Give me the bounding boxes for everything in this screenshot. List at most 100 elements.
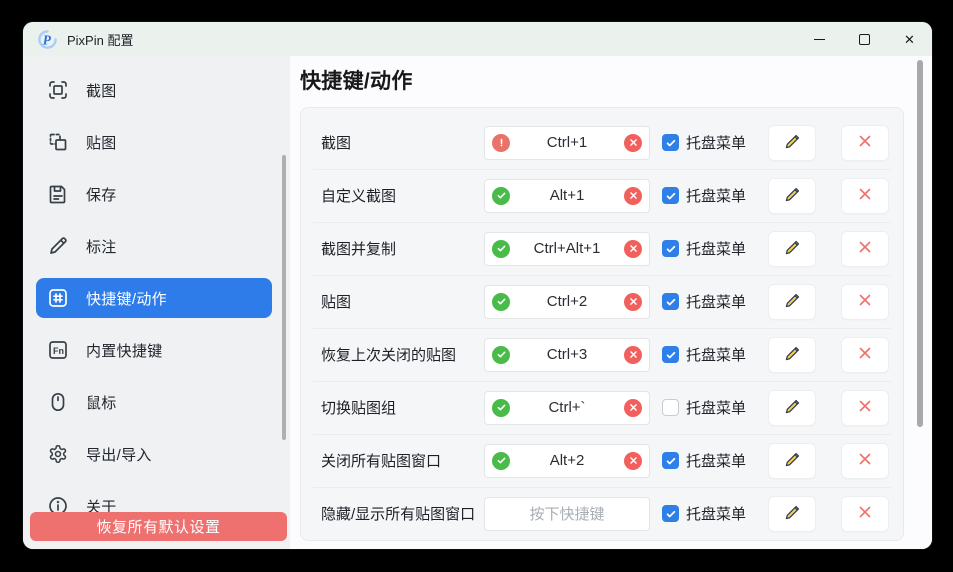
sidebar-item-pin-image[interactable]: 贴图 <box>36 122 272 162</box>
tray-menu-checkbox[interactable] <box>662 399 679 416</box>
delete-shortcut-button[interactable] <box>841 125 889 161</box>
maximize-button[interactable] <box>842 22 887 56</box>
sidebar-item-screenshot[interactable]: 截图 <box>36 70 272 110</box>
delete-shortcut-button[interactable] <box>841 178 889 214</box>
sidebar-item-annotate[interactable]: 标注 <box>36 226 272 266</box>
shortcut-input[interactable]: Alt+2 <box>484 444 650 478</box>
hotkey-list-panel: 截图 Ctrl+1 托盘菜单 自定义截图 <box>300 107 904 541</box>
window-title: PixPin 配置 <box>67 30 133 49</box>
reset-defaults-button[interactable]: 恢复所有默认设置 <box>30 512 287 541</box>
tray-menu-checkbox[interactable] <box>662 134 679 151</box>
edit-shortcut-button[interactable] <box>768 496 816 532</box>
clear-shortcut-icon[interactable] <box>624 293 642 311</box>
maximize-icon <box>859 34 870 45</box>
hotkey-icon <box>46 286 70 310</box>
sidebar-item-fn-key[interactable]: Fn 内置快捷键 <box>36 330 272 370</box>
shortcut-input[interactable]: Ctrl+2 <box>484 285 650 319</box>
tray-menu-label: 托盘菜单 <box>686 344 752 365</box>
close-icon: ✕ <box>904 33 915 46</box>
hotkey-action-label: 截图 <box>321 132 484 153</box>
clear-shortcut-icon[interactable] <box>624 134 642 152</box>
export-import-icon <box>46 442 70 466</box>
sidebar-item-mouse[interactable]: 鼠标 <box>36 382 272 422</box>
pencil-icon <box>783 291 802 313</box>
clear-shortcut-icon[interactable] <box>624 346 642 364</box>
titlebar: P PixPin 配置 ✕ <box>23 22 932 56</box>
hotkey-row: 切换贴图组 Ctrl+` 托盘菜单 <box>301 381 903 434</box>
edit-shortcut-button[interactable] <box>768 390 816 426</box>
shortcut-value: Ctrl+` <box>510 399 624 416</box>
shortcut-value: Ctrl+1 <box>510 134 624 151</box>
hotkey-row: 关闭所有贴图窗口 Alt+2 托盘菜单 <box>301 434 903 487</box>
shortcut-value: Ctrl+2 <box>510 293 624 310</box>
pencil-icon <box>783 503 802 525</box>
edit-shortcut-button[interactable] <box>768 337 816 373</box>
tray-menu-checkbox[interactable] <box>662 240 679 257</box>
clear-shortcut-icon[interactable] <box>624 399 642 417</box>
window-controls: ✕ <box>797 22 932 56</box>
tray-menu-checkbox[interactable] <box>662 452 679 469</box>
shortcut-value: Ctrl+3 <box>510 346 624 363</box>
delete-shortcut-button[interactable] <box>841 231 889 267</box>
hotkey-action-label: 恢复上次关闭的贴图 <box>321 344 484 365</box>
edit-shortcut-button[interactable] <box>768 125 816 161</box>
edit-shortcut-button[interactable] <box>768 178 816 214</box>
valid-status-icon <box>492 187 510 205</box>
shortcut-input[interactable]: Ctrl+3 <box>484 338 650 372</box>
hotkey-row: 截图 Ctrl+1 托盘菜单 <box>301 116 903 169</box>
edit-shortcut-button[interactable] <box>768 284 816 320</box>
sidebar-item-save[interactable]: 保存 <box>36 174 272 214</box>
close-button[interactable]: ✕ <box>887 22 932 56</box>
tray-menu-checkbox[interactable] <box>662 293 679 310</box>
delete-shortcut-button[interactable] <box>841 390 889 426</box>
pencil-icon <box>783 132 802 154</box>
delete-shortcut-button[interactable] <box>841 284 889 320</box>
content-scrollbar[interactable] <box>917 60 923 427</box>
hotkey-action-label: 关闭所有贴图窗口 <box>321 450 484 471</box>
edit-shortcut-button[interactable] <box>768 231 816 267</box>
shortcut-input[interactable]: Ctrl+1 <box>484 126 650 160</box>
delete-shortcut-button[interactable] <box>841 496 889 532</box>
tray-menu-checkbox[interactable] <box>662 187 679 204</box>
hotkey-action-label: 切换贴图组 <box>321 397 484 418</box>
pencil-icon <box>783 344 802 366</box>
window-body: 截图 贴图 保存 标注 快捷键/动作 Fn 内置快捷键 鼠标 导出/导入 关于 … <box>23 56 932 549</box>
clear-shortcut-icon[interactable] <box>624 452 642 470</box>
delete-shortcut-button[interactable] <box>841 443 889 479</box>
sidebar-item-hotkey[interactable]: 快捷键/动作 <box>36 278 272 318</box>
fn-key-icon: Fn <box>46 338 70 362</box>
valid-status-icon <box>492 452 510 470</box>
pixpin-config-window: P PixPin 配置 ✕ 截图 贴图 保存 标注 快捷键/动作 Fn 内置快捷… <box>23 22 932 549</box>
delete-x-icon <box>856 344 874 365</box>
shortcut-input[interactable]: Ctrl+` <box>484 391 650 425</box>
pixpin-logo-icon: P <box>38 30 57 49</box>
tray-menu-label: 托盘菜单 <box>686 397 752 418</box>
clear-shortcut-icon[interactable] <box>624 240 642 258</box>
shortcut-input[interactable]: 按下快捷键 <box>484 497 650 531</box>
pin-image-icon <box>46 130 70 154</box>
minimize-button[interactable] <box>797 22 842 56</box>
delete-shortcut-button[interactable] <box>841 337 889 373</box>
edit-shortcut-button[interactable] <box>768 443 816 479</box>
shortcut-value: 按下快捷键 <box>510 503 624 524</box>
clear-shortcut-icon[interactable] <box>624 187 642 205</box>
hotkey-action-label: 隐藏/显示所有贴图窗口 <box>321 503 484 524</box>
delete-x-icon <box>856 291 874 312</box>
tray-menu-label: 托盘菜单 <box>686 450 752 471</box>
valid-status-icon <box>492 293 510 311</box>
tray-menu-label: 托盘菜单 <box>686 132 752 153</box>
shortcut-value: Alt+2 <box>510 452 624 469</box>
hotkey-row: 截图并复制 Ctrl+Alt+1 托盘菜单 <box>301 222 903 275</box>
pencil-icon <box>783 238 802 260</box>
main-content: 快捷键/动作 截图 Ctrl+1 托盘菜单 <box>290 56 932 549</box>
sidebar-scrollbar[interactable] <box>282 155 286 440</box>
shortcut-input[interactable]: Ctrl+Alt+1 <box>484 232 650 266</box>
delete-x-icon <box>856 450 874 471</box>
sidebar-item-export-import[interactable]: 导出/导入 <box>36 434 272 474</box>
delete-x-icon <box>856 397 874 418</box>
hotkey-row: 恢复上次关闭的贴图 Ctrl+3 托盘菜单 <box>301 328 903 381</box>
shortcut-input[interactable]: Alt+1 <box>484 179 650 213</box>
tray-menu-checkbox[interactable] <box>662 346 679 363</box>
tray-menu-checkbox[interactable] <box>662 505 679 522</box>
shortcut-value: Ctrl+Alt+1 <box>510 240 624 257</box>
